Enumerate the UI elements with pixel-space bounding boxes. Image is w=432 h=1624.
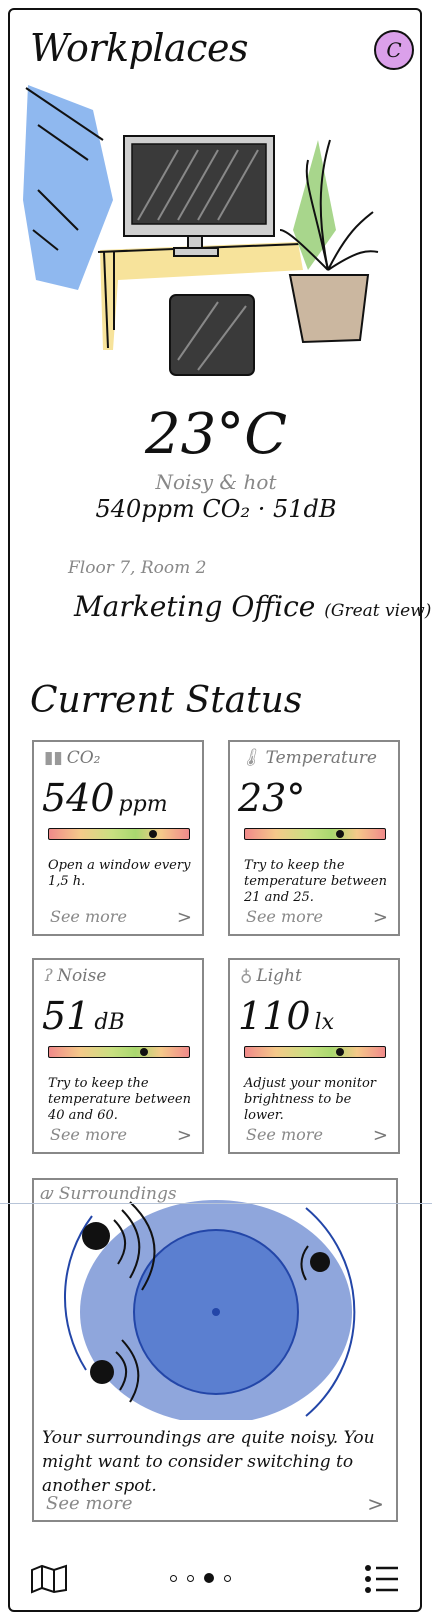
measurements-summary: 540ppm CO₂ · 51dB <box>95 495 337 523</box>
guide-line <box>0 1203 432 1204</box>
my-position-dot <box>212 1308 220 1316</box>
page-dot[interactable] <box>224 1574 231 1582</box>
light-value-number: 110 <box>238 994 311 1038</box>
noise-value: 51 dB <box>42 994 125 1038</box>
noise-card[interactable]: ʔ Noise 51 dB Try to keep the temperature … <box>32 958 204 1154</box>
noise-value-unit: dB <box>94 1010 125 1035</box>
noise-tip: Try to keep the temperature between 40 a… <box>48 1076 191 1123</box>
co2-value-number: 540 <box>42 776 115 820</box>
office-note: (Great view) <box>324 601 432 621</box>
co2-card-label: ▮▮ CO₂ <box>44 748 100 768</box>
chevron-right-icon[interactable]: > <box>373 907 388 928</box>
noise-source-3 <box>310 1252 330 1272</box>
page-dot[interactable] <box>170 1574 177 1582</box>
temperature-tip: Try to keep the temperature between 21 a… <box>244 858 387 905</box>
page-dot[interactable] <box>204 1573 214 1583</box>
noise-label-text: Noise <box>57 966 107 986</box>
noise-source-1 <box>82 1222 110 1250</box>
condition-label: Noisy & hot <box>155 470 277 494</box>
noise-card-label: ʔ Noise <box>44 966 106 986</box>
light-see-more[interactable]: See more <box>246 1125 323 1144</box>
surroundings-description: Your surroundings are quite noisy. You m… <box>42 1428 375 1496</box>
current-status-heading: Current Status <box>30 680 303 721</box>
chevron-right-icon[interactable]: > <box>177 907 192 928</box>
co2-level-marker <box>148 830 157 838</box>
chevron-right-icon[interactable]: > <box>373 1125 388 1146</box>
co2-value-unit: ppm <box>118 792 168 817</box>
temperature-level-marker <box>336 830 345 838</box>
temperature-readout: 23°C <box>144 402 288 467</box>
light-card[interactable]: ♁ Light 110 lx Adjust your monitor brightn… <box>228 958 400 1154</box>
co2-label-text: CO₂ <box>66 748 101 768</box>
chair <box>169 294 255 376</box>
chevron-right-icon[interactable]: > <box>177 1125 192 1146</box>
floor-room-label: Floor 7, Room 2 <box>68 558 207 578</box>
surroundings-map <box>63 1200 356 1420</box>
temperature-card-label: 🌡 Temperature <box>240 748 377 768</box>
co2-card[interactable]: ▮▮ CO₂ 540 ppm Open a window every 1,5 h. … <box>32 740 204 936</box>
plant-pot <box>288 274 370 344</box>
avatar[interactable]: C <box>374 30 414 70</box>
noise-value-number: 51 <box>42 994 91 1038</box>
surroundings-see-more[interactable]: See more <box>46 1493 133 1514</box>
map-icon[interactable] <box>30 1564 70 1594</box>
lightbulb-icon: ♁ <box>240 966 253 986</box>
office-name[interactable]: Marketing Office (Great view) <box>74 590 431 623</box>
page-title: Workplaces <box>30 26 248 70</box>
light-card-label: ♁ Light <box>240 966 302 986</box>
temperature-value-number: 23° <box>238 776 306 820</box>
co2-value: 540 ppm <box>42 776 168 820</box>
light-tip: Adjust your monitor brightness to be low… <box>244 1076 376 1123</box>
temperature-label-text: Temperature <box>265 748 377 768</box>
list-icon[interactable] <box>364 1562 400 1596</box>
light-level-bar <box>244 1046 386 1058</box>
page-indicator[interactable] <box>170 1573 231 1583</box>
thermometer-icon: 🌡 <box>240 748 262 768</box>
temperature-value: 23° <box>238 776 309 820</box>
light-value-unit: lx <box>314 1010 334 1035</box>
surroundings-card[interactable]: ꜹ Surroundings Your surroundings are qui… <box>32 1178 398 1522</box>
co2-icon: ▮▮ <box>44 748 63 768</box>
temperature-see-more[interactable]: See more <box>246 907 323 926</box>
co2-tip: Open a window every 1,5 h. <box>48 858 191 889</box>
co2-see-more[interactable]: See more <box>50 907 127 926</box>
ear-icon: ʔ <box>44 966 54 986</box>
temperature-level-bar <box>244 828 386 840</box>
light-label-text: Light <box>256 966 302 986</box>
page-dot[interactable] <box>187 1574 194 1582</box>
temperature-card[interactable]: 🌡 Temperature 23° Try to keep the tempera… <box>228 740 400 936</box>
noise-level-bar <box>48 1046 190 1058</box>
light-level-marker <box>336 1048 345 1056</box>
chevron-right-icon[interactable]: > <box>367 1492 384 1516</box>
light-value: 110 lx <box>238 994 334 1038</box>
noise-source-2 <box>90 1360 114 1384</box>
noise-see-more[interactable]: See more <box>50 1125 127 1144</box>
workplace-illustration <box>23 85 379 376</box>
noise-level-marker <box>140 1048 149 1056</box>
office-name-text: Marketing Office <box>74 590 316 623</box>
co2-level-bar <box>48 828 190 840</box>
